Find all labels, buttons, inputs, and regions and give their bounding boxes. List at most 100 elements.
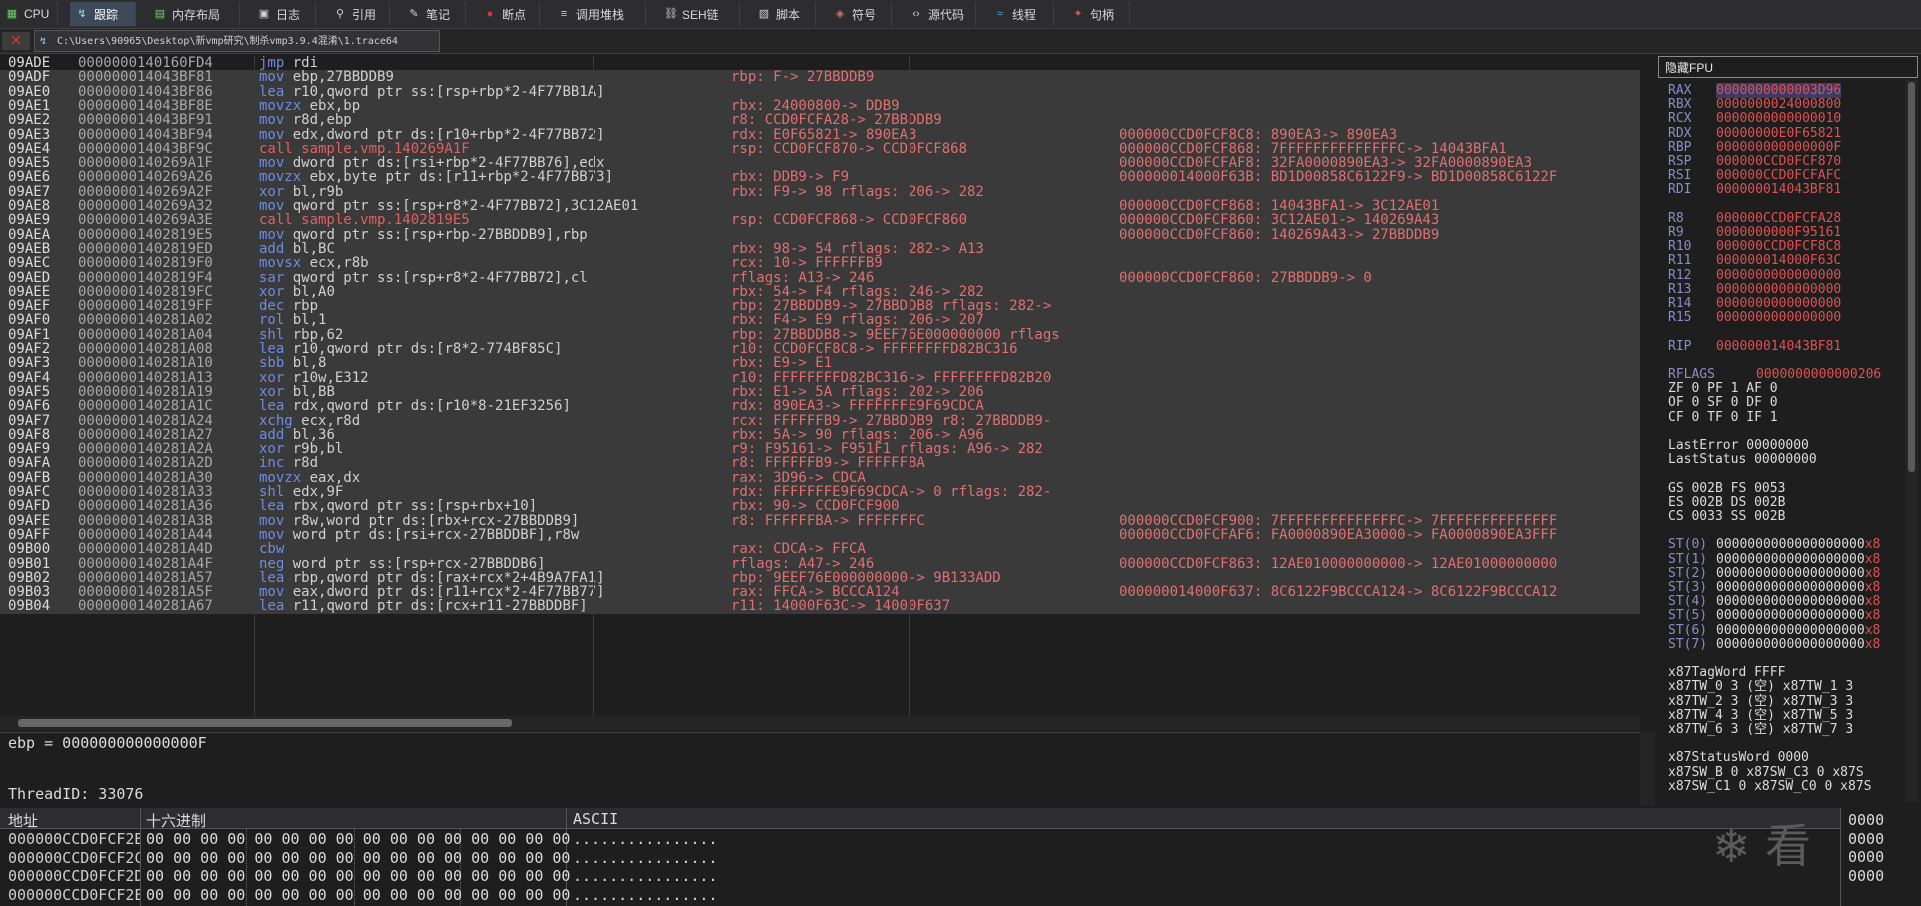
- tab-notes[interactable]: ✎ 笔记: [402, 2, 466, 26]
- register-r15[interactable]: R15 0000000000000000: [1668, 311, 1841, 325]
- trace-row[interactable]: 09AF6 0000000140281A1C lea rdx,qword ptr d…: [0, 399, 1640, 415]
- dump-row-ascii[interactable]: ................: [573, 867, 718, 885]
- x87-tw-row[interactable]: x87TW_2 3 (空) x87TW_3 3: [1668, 694, 1853, 709]
- dump-row-address[interactable]: 000000CCD0FCF2E0: [8, 886, 140, 904]
- trace-row[interactable]: 09AFC 0000000140281A33 shl edx,9F rdx: FFFF…: [0, 485, 1640, 500]
- dump-row-hex[interactable]: 00 00 00 00 00 00 00 00 00 00 00 00 00 0…: [146, 867, 570, 885]
- register-r13[interactable]: R13 0000000000000000: [1668, 282, 1841, 297]
- trace-row[interactable]: 09AED 00000001402819F4 sar qword ptr ss:[r…: [0, 270, 1640, 286]
- trace-row[interactable]: 09AFE 0000000140281A3B mov r8w,word ptr ds…: [0, 513, 1640, 529]
- register-r8[interactable]: R8 000000CCD0FCFA28: [1668, 211, 1841, 226]
- register-r14[interactable]: R14 0000000000000000: [1668, 297, 1841, 311]
- register-scroll-thumb[interactable]: [1908, 82, 1915, 472]
- trace-row[interactable]: 09AFD 0000000140281A36 lea rbx,qword ptr s…: [0, 499, 1640, 515]
- st-register[interactable]: ST(6) 0000000000000000000x8: [1668, 623, 1880, 638]
- dump-row-ascii[interactable]: ................: [573, 886, 718, 904]
- x87-tagword[interactable]: x87TagWord FFFF: [1668, 666, 1785, 680]
- tab-source[interactable]: ‹› 源代码: [904, 2, 976, 26]
- trace-row[interactable]: 09AF1 0000000140281A04 shl rbp,62 rbp: 27BB…: [0, 327, 1640, 343]
- trace-row[interactable]: 09AFB 0000000140281A30 movzx eax,dx rax: 3D…: [0, 470, 1640, 486]
- stack-value[interactable]: 0000: [1848, 867, 1884, 885]
- register-rcx[interactable]: RCX 0000000000000010: [1668, 112, 1841, 126]
- segment-row[interactable]: GS 002B FS 0053: [1668, 481, 1785, 496]
- tab-handles[interactable]: ✦ 句柄: [1066, 2, 1130, 26]
- dump-row-address[interactable]: 000000CCD0FCF2C0: [8, 849, 140, 867]
- tab-script[interactable]: ▧ 脚本: [752, 2, 816, 26]
- tab-threads[interactable]: ≈ 线程: [988, 2, 1054, 26]
- column-divider[interactable]: [909, 56, 910, 716]
- trace-row[interactable]: 09AEF 00000001402819FF dec rbp rbp: 27BBDDB…: [0, 299, 1640, 315]
- st-register[interactable]: ST(1) 0000000000000000000x8: [1668, 552, 1880, 567]
- trace-table[interactable]: 09ADE 0000000140160FD4 jmp rdi 09ADF 0000000…: [0, 56, 1640, 716]
- flag-row[interactable]: ZF 0 PF 1 AF 0: [1668, 382, 1778, 396]
- column-divider[interactable]: [593, 56, 594, 716]
- tab-log[interactable]: ▣ 日志: [252, 2, 316, 26]
- st-register[interactable]: ST(5) 0000000000000000000x8: [1668, 609, 1880, 623]
- trace-row[interactable]: 09AE8 0000000140269A32 mov qword ptr ss:[r…: [0, 199, 1640, 214]
- register-rflags[interactable]: RFLAGS 0000000000000206: [1668, 368, 1881, 382]
- tab-trace[interactable]: ↯ 跟踪: [70, 2, 136, 26]
- trace-row[interactable]: 09ADF 000000014043BF81 mov ebp,27BBDDB9 rbp…: [0, 70, 1640, 86]
- trace-row[interactable]: 09AE1 000000014043BF8E movzx ebx,bp rbx: 24…: [0, 98, 1640, 114]
- x87-tw-row[interactable]: x87TW_4 3 (空) x87TW_5 3: [1668, 708, 1853, 723]
- x87-statusword[interactable]: x87StatusWord 0000: [1668, 751, 1809, 765]
- x87-sw-row[interactable]: x87SW_C1 0 x87SW_C0 0 x87S: [1668, 779, 1872, 794]
- dump-row-ascii[interactable]: ................: [573, 830, 718, 848]
- st-register[interactable]: ST(3) 0000000000000000000x8: [1668, 581, 1880, 595]
- trace-row[interactable]: 09AE6 0000000140269A26 movzx ebx,byte ptr …: [0, 170, 1640, 186]
- trace-row[interactable]: 09AF8 0000000140281A27 add bl,36 rbx: 5A-> …: [0, 427, 1640, 443]
- tab-symbols[interactable]: ◈ 符号: [828, 2, 892, 26]
- trace-row[interactable]: 09AFF 0000000140281A44 mov word ptr ds:[rs…: [0, 527, 1640, 543]
- trace-row[interactable]: 09AF0 0000000140281A02 rol bl,1 rbx: F4-> E…: [0, 313, 1640, 329]
- trace-row[interactable]: 09B04 0000000140281A67 lea r11,qword ptr d…: [0, 599, 1640, 615]
- stack-value[interactable]: 0000: [1848, 830, 1884, 848]
- dump-ascii-header[interactable]: ASCII: [573, 810, 618, 828]
- dump-row-address[interactable]: 000000CCD0FCF2B0: [8, 830, 140, 848]
- register-r11[interactable]: R11 000000014000F63C: [1668, 254, 1841, 268]
- trace-row[interactable]: 09AE0 000000014043BF86 lea r10,qword ptr s…: [0, 84, 1640, 100]
- trace-row[interactable]: 09AEA 00000001402819E5 mov qword ptr ss:[r…: [0, 227, 1640, 243]
- register-rbp[interactable]: RBP 000000000000000F: [1668, 140, 1841, 155]
- dump-row-address[interactable]: 000000CCD0FCF2D0: [8, 867, 140, 885]
- dump-hex-header[interactable]: 十六进制: [146, 810, 206, 831]
- tab-breakpoints[interactable]: ● 断点: [478, 2, 540, 26]
- flag-row[interactable]: OF 0 SF 0 DF 0: [1668, 396, 1778, 410]
- trace-row[interactable]: 09B01 0000000140281A4F neg word ptr ss:[rs…: [0, 556, 1640, 572]
- segment-row[interactable]: CS 0033 SS 002B: [1668, 510, 1785, 524]
- trace-row[interactable]: 09AF9 0000000140281A2A xor r9b,bl r9: F9516…: [0, 442, 1640, 458]
- x87-sw-row[interactable]: x87SW_B 0 x87SW_C3 0 x87S: [1668, 765, 1864, 780]
- trace-scroll-thumb[interactable]: [18, 719, 512, 727]
- trace-row[interactable]: 09AF3 0000000140281A10 sbb bl,8 rbx: E9-> E…: [0, 356, 1640, 372]
- trace-row[interactable]: 09AF2 0000000140281A08 lea r10,qword ptr d…: [0, 342, 1640, 357]
- tab-memory-map[interactable]: ▤ 内存布局: [148, 2, 240, 26]
- tab-cpu[interactable]: ▦ CPU: [0, 2, 58, 26]
- trace-row[interactable]: 09B03 0000000140281A5F mov eax,dword ptr d…: [0, 585, 1640, 601]
- dump-row-hex[interactable]: 00 00 00 00 00 00 00 00 00 00 00 00 00 0…: [146, 849, 570, 867]
- info-scrollbar[interactable]: [1640, 732, 1655, 806]
- trace-row[interactable]: 09B00 0000000140281A4D cbw rax: CDCA-> FFCA: [0, 542, 1640, 558]
- register-rsi[interactable]: RSI 000000CCD0FCFAFC: [1668, 169, 1841, 183]
- register-rdx[interactable]: RDX 00000000E0F65821: [1668, 126, 1841, 141]
- hide-fpu-toggle[interactable]: 隐藏FPU: [1658, 56, 1918, 78]
- trace-row[interactable]: 09AE5 0000000140269A1F mov dword ptr ds:[r…: [0, 156, 1640, 172]
- trace-row[interactable]: 09AEC 00000001402819F0 movsx ecx,r8b rcx: 1…: [0, 256, 1640, 272]
- trace-row[interactable]: 09ADE 0000000140160FD4 jmp rdi: [0, 56, 1640, 71]
- x87-tw-row[interactable]: x87TW_0 3 (空) x87TW_1 3: [1668, 680, 1853, 694]
- stack-value[interactable]: 0000: [1848, 848, 1884, 866]
- register-rip[interactable]: RIP 000000014043BF81: [1668, 339, 1841, 354]
- register-r9[interactable]: R9 0000000000F95161: [1668, 226, 1841, 240]
- trace-row[interactable]: 09AE2 000000014043BF91 mov r8d,ebp r8: CCD0…: [0, 113, 1640, 129]
- trace-row[interactable]: 09AE9 0000000140269A3E call sample.vmp.140…: [0, 213, 1640, 229]
- tab-references[interactable]: ⚲ 引用: [328, 2, 390, 26]
- register-rsp[interactable]: RSP 000000CCD0FCF870: [1668, 155, 1841, 169]
- trace-row[interactable]: 09AE3 000000014043BF94 mov edx,dword ptr d…: [0, 127, 1640, 143]
- register-r12[interactable]: R12 0000000000000000: [1668, 268, 1841, 283]
- trace-file-tab[interactable]: ↯ C:\Users\90965\Desktop\新vmp研究\制杀vmp3.9…: [34, 30, 440, 52]
- register-rdi[interactable]: RDI 000000014043BF81: [1668, 183, 1841, 197]
- last-error-row[interactable]: LastError 00000000: [1668, 439, 1809, 453]
- trace-row[interactable]: 09B02 0000000140281A57 lea rbp,qword ptr d…: [0, 570, 1640, 586]
- x87-tw-row[interactable]: x87TW_6 3 (空) x87TW_7 3: [1668, 723, 1853, 737]
- trace-row[interactable]: 09AF5 0000000140281A19 xor bl,BB rbx: E1-> …: [0, 384, 1640, 400]
- trace-row[interactable]: 09AE4 000000014043BF9C call sample.vmp.140…: [0, 141, 1640, 157]
- st-register[interactable]: ST(7) 0000000000000000000x8: [1668, 637, 1880, 652]
